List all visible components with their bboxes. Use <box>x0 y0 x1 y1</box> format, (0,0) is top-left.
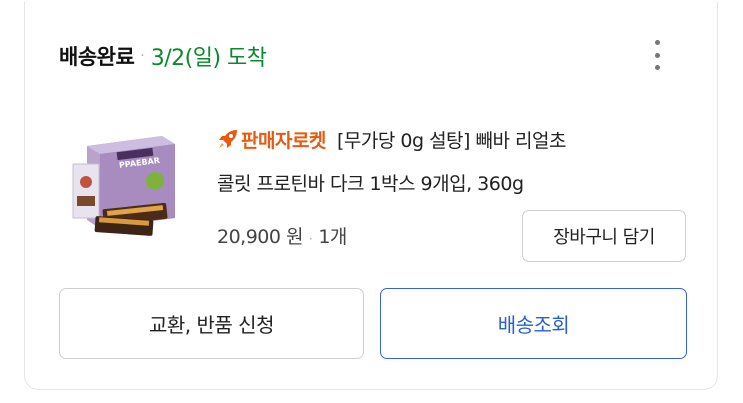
product-image[interactable]: PPAEBAR <box>67 126 187 246</box>
more-vertical-icon[interactable] <box>645 38 669 72</box>
kebab-dot <box>654 52 660 58</box>
product-quantity: 1개 <box>318 226 347 248</box>
order-header: 배송완료 · 3/2(일) 도착 <box>59 40 267 72</box>
track-delivery-button[interactable]: 배송조회 <box>380 288 687 359</box>
exchange-return-button[interactable]: 교환, 반품 신청 <box>59 288 364 359</box>
kebab-dot <box>654 40 660 45</box>
header-separator: · <box>140 48 145 64</box>
order-card: 배송완료 · 3/2(일) 도착 PPAEBAR 판매자로켓 [무가당 0g 설… <box>24 2 718 390</box>
product-title[interactable]: 판매자로켓 [무가당 0g 설탕] 빼바 리얼초 콜릿 프로틴바 다크 1박스 … <box>217 121 697 204</box>
product-title-line2: 콜릿 프로틴바 다크 1박스 9개입, 360g <box>217 173 524 195</box>
product-price: 20,900 원 <box>217 226 304 248</box>
kebab-dot <box>654 65 660 70</box>
price-separator: · <box>309 232 313 246</box>
rocket-icon <box>217 124 239 164</box>
price-quantity: 20,900 원 · 1개 <box>217 222 347 249</box>
seller-rocket-badge: 판매자로켓 <box>241 130 326 152</box>
product-title-line1: [무가당 0g 설탕] 빼바 리얼초 <box>337 130 566 152</box>
arrival-date: 3/2(일) 도착 <box>150 46 267 71</box>
add-to-cart-button[interactable]: 장바구니 담기 <box>522 210 686 262</box>
delivery-status: 배송완료 <box>59 45 135 69</box>
